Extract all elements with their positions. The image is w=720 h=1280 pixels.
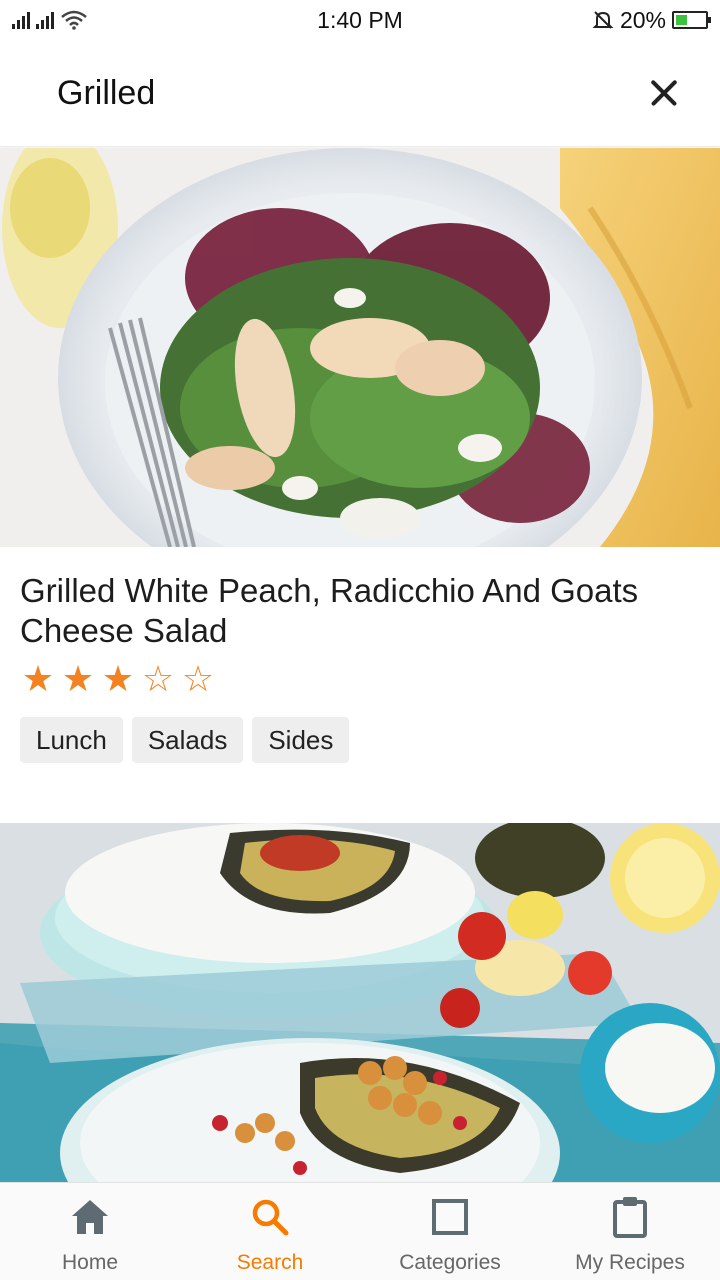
nav-search-label: Search xyxy=(236,1251,304,1274)
nav-search[interactable]: Search xyxy=(180,1183,360,1280)
close-icon[interactable] xyxy=(644,73,684,113)
bell-off-icon xyxy=(592,11,614,29)
star-empty-icon: ☆ xyxy=(181,658,215,699)
avocado-photo xyxy=(0,823,720,1182)
recipe-body: Grilled White Peach, Radicchio And Goats… xyxy=(0,547,720,823)
recipe-feed[interactable]: Grilled White Peach, Radicchio And Goats… xyxy=(0,148,720,1182)
recipe-image[interactable] xyxy=(0,823,720,1182)
tag-list: Lunch Salads Sides xyxy=(20,717,700,763)
clipboard-icon xyxy=(612,1195,648,1239)
wifi-icon xyxy=(61,10,87,30)
home-icon xyxy=(70,1195,110,1239)
status-right: 20% xyxy=(592,6,711,34)
nav-my-recipes[interactable]: My Recipes xyxy=(540,1183,720,1280)
battery-percent: 20% xyxy=(619,6,666,33)
salad-photo xyxy=(0,148,720,547)
status-bar: 1:40 PM 20% xyxy=(0,0,720,40)
nav-categories[interactable]: Categories xyxy=(360,1183,540,1280)
tag-salads[interactable]: Salads xyxy=(131,717,244,763)
search-icon xyxy=(250,1195,290,1239)
recipe-image[interactable] xyxy=(0,148,720,547)
star-filled-icon: ★ xyxy=(61,658,95,699)
signal-icon-2 xyxy=(36,11,54,29)
nav-home-label: Home xyxy=(61,1251,119,1274)
search-header: Grilled xyxy=(0,40,720,147)
star-filled-icon: ★ xyxy=(21,658,55,699)
recipe-title[interactable]: Grilled White Peach, Radicchio And Goats… xyxy=(20,571,700,651)
nav-my-recipes-label: My Recipes xyxy=(575,1251,685,1274)
tag-lunch[interactable]: Lunch xyxy=(20,717,123,763)
recipe-card[interactable] xyxy=(0,823,720,1182)
star-empty-icon: ☆ xyxy=(141,658,175,699)
tag-sides[interactable]: Sides xyxy=(252,717,350,763)
square-icon xyxy=(431,1195,469,1239)
star-filled-icon: ★ xyxy=(101,658,135,699)
search-query[interactable]: Grilled xyxy=(57,74,155,113)
status-left xyxy=(12,10,88,30)
nav-categories-label: Categories xyxy=(399,1251,501,1274)
nav-home[interactable]: Home xyxy=(0,1183,180,1280)
rating-stars: ★ ★ ★ ☆ ☆ xyxy=(20,659,700,699)
battery-icon xyxy=(672,11,711,29)
signal-icon xyxy=(12,11,30,29)
recipe-card[interactable]: Grilled White Peach, Radicchio And Goats… xyxy=(0,148,720,823)
bottom-nav: Home Search Categories My Recipes xyxy=(0,1182,720,1280)
